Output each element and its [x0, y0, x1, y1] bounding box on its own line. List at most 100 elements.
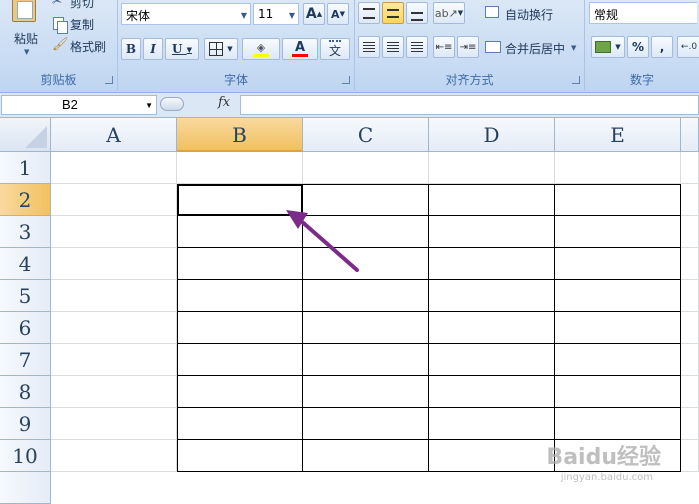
align-bottom-button[interactable]: [406, 2, 428, 24]
select-all-button[interactable]: [0, 118, 51, 152]
cell-d3[interactable]: [429, 216, 555, 248]
fill-color-button[interactable]: ◈: [242, 38, 280, 60]
cell-a6[interactable]: [51, 312, 177, 344]
row-header-6[interactable]: 6: [0, 312, 51, 344]
formula-expand-handle[interactable]: [160, 97, 184, 111]
cell-cell-next-9[interactable]: [681, 408, 699, 440]
column-header-d[interactable]: D: [429, 118, 555, 152]
cell-c9[interactable]: [303, 408, 429, 440]
cell-c4[interactable]: [303, 248, 429, 280]
paste-button[interactable]: 粘贴 ▼: [4, 0, 46, 64]
format-painter-button[interactable]: 🖌 格式刷: [52, 37, 114, 55]
insert-function-icon[interactable]: fx: [218, 95, 230, 110]
cell-e9[interactable]: [555, 408, 681, 440]
underline-button[interactable]: U ▼: [165, 38, 199, 60]
cell-cell-next-6[interactable]: [681, 312, 699, 344]
copy-button[interactable]: 复制: [52, 15, 114, 34]
merge-center-button[interactable]: 合并后居中 ▼: [483, 38, 581, 58]
grow-font-button[interactable]: A ▲: [303, 3, 325, 25]
cell-a4[interactable]: [51, 248, 177, 280]
column-header-next[interactable]: [681, 118, 699, 152]
column-header-c[interactable]: C: [303, 118, 429, 152]
cell-c5[interactable]: [303, 280, 429, 312]
shrink-font-button[interactable]: A ▼: [327, 3, 349, 25]
column-header-e[interactable]: E: [555, 118, 681, 152]
cell-e3[interactable]: [555, 216, 681, 248]
dialog-launcher-icon[interactable]: [105, 76, 113, 84]
cell-cell-next-5[interactable]: [681, 280, 699, 312]
font-name-select[interactable]: 宋体 ▼: [121, 3, 251, 25]
dialog-launcher-icon[interactable]: [342, 76, 350, 84]
cell-b5[interactable]: [177, 280, 303, 312]
cell-cell-next-10[interactable]: [681, 440, 699, 472]
cell-cell-next-4[interactable]: [681, 248, 699, 280]
align-right-button[interactable]: [406, 36, 428, 58]
comma-button[interactable]: ,: [651, 36, 673, 58]
cell-d5[interactable]: [429, 280, 555, 312]
cell-c1[interactable]: [303, 152, 429, 184]
cell-e4[interactable]: [555, 248, 681, 280]
cell-d4[interactable]: [429, 248, 555, 280]
decrease-indent-button[interactable]: ⇤≡: [433, 36, 455, 58]
number-format-select[interactable]: 常规: [589, 2, 697, 24]
cell-e2[interactable]: [555, 184, 681, 216]
currency-button[interactable]: ▼: [591, 36, 625, 58]
cell-d1[interactable]: [429, 152, 555, 184]
italic-button[interactable]: I: [143, 38, 163, 60]
cell-d6[interactable]: [429, 312, 555, 344]
dialog-launcher-icon[interactable]: [572, 76, 580, 84]
cell-b3[interactable]: [177, 216, 303, 248]
cell-e6[interactable]: [555, 312, 681, 344]
cell-c7[interactable]: [303, 344, 429, 376]
cell-b9[interactable]: [177, 408, 303, 440]
percent-button[interactable]: %: [627, 36, 649, 58]
row-header-next[interactable]: [0, 472, 51, 504]
wrap-text-button[interactable]: 自动换行: [483, 4, 579, 24]
cell-e7[interactable]: [555, 344, 681, 376]
cell-a9[interactable]: [51, 408, 177, 440]
borders-button[interactable]: ▼: [204, 38, 238, 60]
formula-input[interactable]: [240, 95, 699, 115]
cell-cell-next-1[interactable]: [681, 152, 699, 184]
cell-b8[interactable]: [177, 376, 303, 408]
cell-a7[interactable]: [51, 344, 177, 376]
column-header-b[interactable]: B: [177, 118, 303, 152]
cell-c8[interactable]: [303, 376, 429, 408]
row-header-9[interactable]: 9: [0, 408, 51, 440]
align-top-button[interactable]: [358, 2, 380, 24]
cell-d9[interactable]: [429, 408, 555, 440]
row-header-1[interactable]: 1: [0, 152, 51, 184]
cell-cell-next-2[interactable]: [681, 184, 699, 216]
align-middle-button[interactable]: [382, 2, 404, 24]
phonetic-button[interactable]: 文: [320, 38, 350, 60]
row-header-3[interactable]: 3: [0, 216, 51, 248]
font-size-select[interactable]: 11 ▼: [253, 3, 299, 25]
cell-a10[interactable]: [51, 440, 177, 472]
increase-decimal-button[interactable]: ←.0: [677, 36, 699, 58]
row-header-8[interactable]: 8: [0, 376, 51, 408]
cell-d10[interactable]: [429, 440, 555, 472]
cell-c6[interactable]: [303, 312, 429, 344]
row-header-2[interactable]: 2: [0, 184, 51, 216]
cell-b1[interactable]: [177, 152, 303, 184]
column-header-a[interactable]: A: [51, 118, 177, 152]
cell-cell-next-3[interactable]: [681, 216, 699, 248]
cell-cell-next-8[interactable]: [681, 376, 699, 408]
align-center-button[interactable]: [382, 36, 404, 58]
cell-a3[interactable]: [51, 216, 177, 248]
row-header-4[interactable]: 4: [0, 248, 51, 280]
bold-button[interactable]: B: [121, 38, 141, 60]
cell-d2[interactable]: [429, 184, 555, 216]
cell-a2[interactable]: [51, 184, 177, 216]
cell-c10[interactable]: [303, 440, 429, 472]
cell-a8[interactable]: [51, 376, 177, 408]
cell-c3[interactable]: [303, 216, 429, 248]
cell-cell-next-7[interactable]: [681, 344, 699, 376]
name-box[interactable]: B2 ▼: [1, 95, 157, 115]
cell-b7[interactable]: [177, 344, 303, 376]
cut-button[interactable]: ✂ 剪切: [52, 0, 114, 10]
chevron-down-icon[interactable]: ▼: [145, 101, 153, 110]
row-header-5[interactable]: 5: [0, 280, 51, 312]
cell-b10[interactable]: [177, 440, 303, 472]
cell-b6[interactable]: [177, 312, 303, 344]
